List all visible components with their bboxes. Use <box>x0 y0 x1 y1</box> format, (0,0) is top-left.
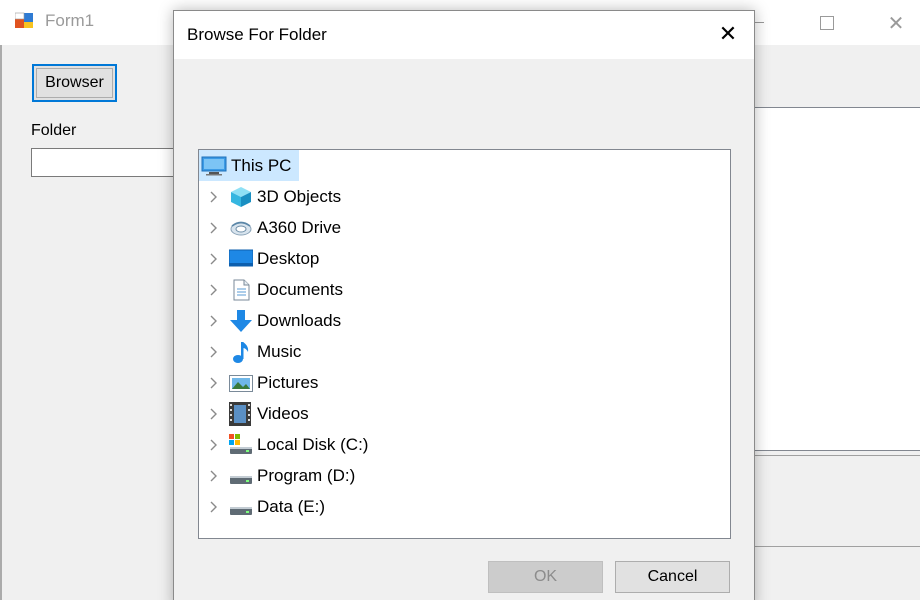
tree-item-label: Pictures <box>257 372 319 392</box>
tree-item-label: Documents <box>257 279 343 299</box>
tree-item-label: Local Disk (C:) <box>257 434 369 454</box>
tree-item-pictures[interactable]: Pictures <box>199 367 318 398</box>
this-pc-icon <box>199 154 231 178</box>
videos-icon <box>229 401 257 426</box>
maximize-icon <box>820 15 834 30</box>
tree-item-label: Music <box>257 341 302 361</box>
music-icon <box>229 340 257 364</box>
folder-label: Folder <box>31 122 77 139</box>
pictures-icon <box>229 371 257 395</box>
tree-item-label: Videos <box>257 403 309 423</box>
ok-button[interactable]: OK <box>488 561 603 593</box>
browser-button[interactable]: Browser <box>32 64 117 102</box>
tree-item-label: Downloads <box>257 310 342 330</box>
maximize-button[interactable] <box>797 0 857 45</box>
tree-item-label: A360 Drive <box>257 217 342 237</box>
tree-item-label: Desktop <box>257 248 320 268</box>
close-icon: ✕ <box>887 10 905 35</box>
desktop-icon <box>229 247 257 271</box>
chevron-right-icon[interactable] <box>199 398 229 429</box>
chevron-right-icon[interactable] <box>199 212 229 243</box>
downloads-icon <box>229 309 257 333</box>
tree-item-videos[interactable]: Videos <box>199 398 309 429</box>
a360-drive-icon <box>229 216 257 240</box>
tree-item-downloads[interactable]: Downloads <box>199 305 341 336</box>
chevron-right-icon[interactable] <box>199 336 229 367</box>
bottom-panel <box>752 455 920 547</box>
tree-item-desktop[interactable]: Desktop <box>199 243 319 274</box>
form1-title: Form1 <box>45 11 95 30</box>
tree-item-program-d[interactable]: Program (D:) <box>199 460 355 491</box>
tree-item-label: This PC <box>231 155 292 175</box>
drive-icon <box>229 495 257 519</box>
folder-tree[interactable]: This PC 3D Objects A360 Drive Desktop Do… <box>198 149 731 539</box>
output-textbox[interactable] <box>752 107 920 451</box>
tree-item-music[interactable]: Music <box>199 336 301 367</box>
dialog-titlebar: Browse For Folder ✕ <box>174 11 754 59</box>
app-icon <box>15 12 33 28</box>
chevron-right-icon[interactable] <box>199 367 229 398</box>
chevron-right-icon[interactable] <box>199 460 229 491</box>
chevron-right-icon[interactable] <box>199 274 229 305</box>
chevron-right-icon[interactable] <box>199 429 229 460</box>
tree-item-documents[interactable]: Documents <box>199 274 343 305</box>
tree-item-local-disk-c[interactable]: Local Disk (C:) <box>199 429 368 460</box>
chevron-right-icon[interactable] <box>199 305 229 336</box>
tree-item-this-pc[interactable]: This PC <box>199 150 299 181</box>
cancel-button[interactable]: Cancel <box>615 561 730 593</box>
dialog-close-button[interactable]: ✕ <box>710 20 746 50</box>
documents-icon <box>229 278 257 302</box>
close-icon: ✕ <box>718 22 738 47</box>
tree-item-label: Program (D:) <box>257 465 356 485</box>
drive-icon <box>229 464 257 488</box>
window-edge <box>0 45 2 600</box>
chevron-right-icon[interactable] <box>199 181 229 212</box>
form1-close-button[interactable]: ✕ <box>872 0 920 45</box>
browse-folder-dialog: Browse For Folder ✕ This PC 3D Objects A… <box>173 10 755 600</box>
tree-item-label: 3D Objects <box>257 186 342 206</box>
tree-item-3d-objects[interactable]: 3D Objects <box>199 181 341 212</box>
chevron-right-icon[interactable] <box>199 491 229 522</box>
tree-item-label: Data (E:) <box>257 496 326 516</box>
chevron-right-icon[interactable] <box>199 243 229 274</box>
3d-objects-icon <box>229 185 257 209</box>
tree-item-a360-drive[interactable]: A360 Drive <box>199 212 341 243</box>
local-disk-icon <box>229 433 257 457</box>
dialog-title: Browse For Folder <box>187 25 327 44</box>
tree-item-data-e[interactable]: Data (E:) <box>199 491 325 522</box>
folder-input[interactable] <box>31 148 181 177</box>
